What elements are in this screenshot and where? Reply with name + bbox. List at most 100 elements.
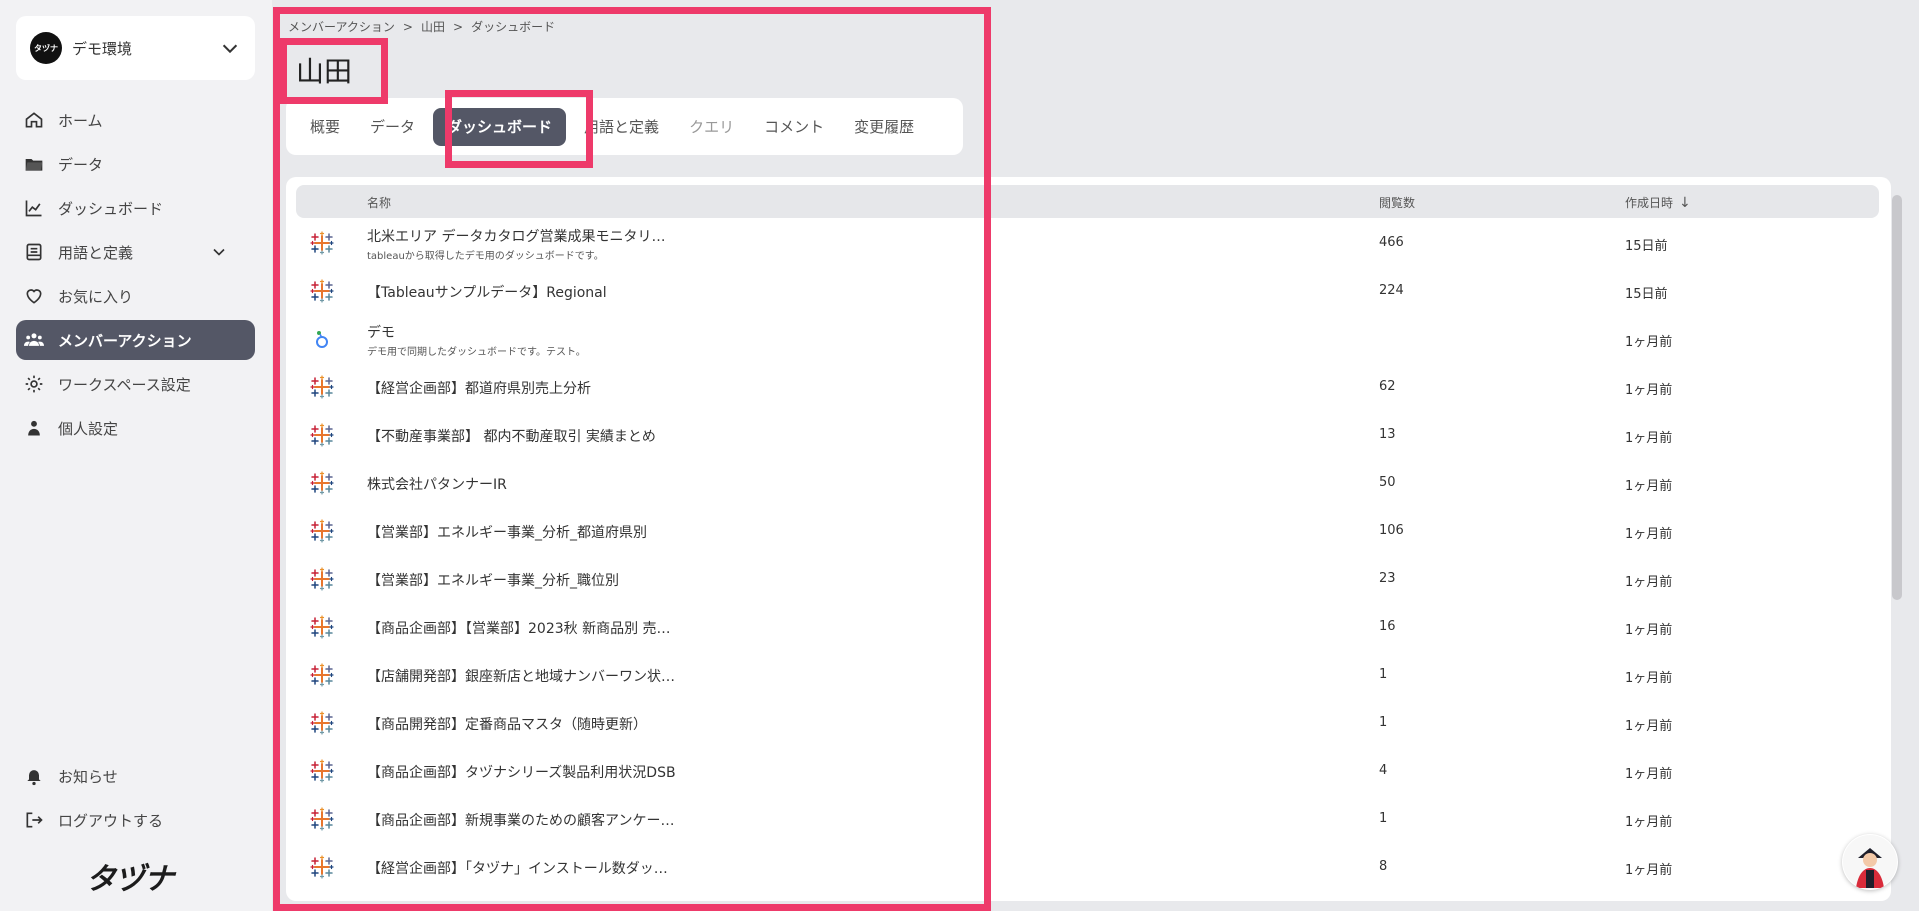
breadcrumb-separator: > — [453, 20, 464, 34]
sidebar-item-data[interactable]: データ — [16, 144, 255, 184]
table-row[interactable]: 【商品企画部】【営業部】2023秋 新商品別 売… 16 1ヶ月前 — [296, 603, 1879, 651]
table-row[interactable]: 【Tableauサンプルデータ】Regional 224 15日前 — [296, 267, 1879, 315]
bell-icon — [27, 770, 41, 786]
table-row[interactable]: 【経営企画部】都道府県別売上分析 62 1ヶ月前 — [296, 363, 1879, 411]
sidebar-item-home[interactable]: ホーム — [16, 100, 255, 140]
character-icon — [1843, 835, 1897, 889]
sidebar-item-glossary[interactable]: 用語と定義 — [16, 232, 255, 272]
table-row[interactable]: 【店舗開発部】銀座新店と地域ナンバーワン状… 1 1ヶ月前 — [296, 651, 1879, 699]
breadcrumb: メンバーアクション > 山田 > ダッシュボード — [288, 18, 555, 35]
tab-overview[interactable]: 概要 — [298, 108, 352, 146]
row-title[interactable]: 【経営企画部】都道府県別売上分析 — [367, 378, 591, 398]
sidebar-item-notifications[interactable]: お知らせ — [16, 756, 255, 796]
tab-history[interactable]: 変更履歴 — [842, 108, 926, 146]
breadcrumb-link[interactable]: メンバーアクション — [288, 20, 395, 34]
chevron-down-icon[interactable] — [209, 242, 229, 262]
row-created: 1ヶ月前 — [1625, 527, 1673, 542]
sidebar-item-member-actions[interactable]: メンバーアクション — [16, 320, 255, 360]
looker-icon — [310, 327, 334, 351]
tab-query[interactable]: クエリ — [677, 108, 746, 146]
row-created: 1ヶ月前 — [1625, 479, 1673, 494]
person-icon — [28, 420, 40, 436]
row-title[interactable]: 株式会社パタンナーIR — [367, 474, 507, 494]
tab-data[interactable]: データ — [358, 108, 427, 146]
sidebar-item-label: ダッシュボード — [58, 199, 164, 218]
row-title[interactable]: 【店舗開発部】銀座新店と地域ナンバーワン状… — [367, 666, 675, 686]
row-views: 13 — [1379, 427, 1396, 442]
table-row[interactable]: 【営業部】エネルギー事業_分析_職位別 23 1ヶ月前 — [296, 555, 1879, 603]
row-title[interactable]: 【不動産事業部】 都内不動産取引 実績まとめ — [367, 426, 656, 446]
sidebar-item-label: ワークスペース設定 — [58, 375, 191, 394]
sidebar-item-label: メンバーアクション — [58, 331, 192, 350]
sidebar-item-label: 個人設定 — [58, 419, 119, 438]
sidebar-item-label: ログアウトする — [58, 811, 164, 830]
brand-logo: タヅナ — [86, 862, 174, 897]
table-row[interactable]: 【不動産事業部】 都内不動産取引 実績まとめ 13 1ヶ月前 — [296, 411, 1879, 459]
row-created: 1ヶ月前 — [1625, 623, 1673, 638]
table-row[interactable]: 【商品企画部】新規事業のための顧客アンケー… 1 1ヶ月前 — [296, 795, 1879, 843]
tab-glossary[interactable]: 用語と定義 — [572, 108, 671, 146]
environment-logo: タヅナ — [30, 32, 62, 64]
row-created: 1ヶ月前 — [1625, 671, 1673, 686]
row-title[interactable]: 北米エリア データカタログ営業成果モニタリ… — [367, 226, 665, 246]
sidebar-item-workspace-settings[interactable]: ワークスペース設定 — [16, 364, 255, 404]
row-title[interactable]: 【商品企画部】新規事業のための顧客アンケー… — [367, 810, 674, 830]
row-created: 1ヶ月前 — [1625, 863, 1673, 878]
column-header-name[interactable]: 名称 — [367, 194, 391, 211]
row-title[interactable]: 【商品開発部】定番商品マスタ（随時更新） — [367, 714, 647, 734]
book-icon — [26, 243, 42, 261]
table-row[interactable]: 【商品企画部】タヅナシリーズ製品利用状況DSB 4 1ヶ月前 — [296, 747, 1879, 795]
sidebar-item-personal-settings[interactable]: 個人設定 — [16, 408, 255, 448]
breadcrumb-current: ダッシュボード — [471, 20, 556, 34]
tab-comments[interactable]: コメント — [752, 108, 836, 146]
sidebar-item-dashboard[interactable]: ダッシュボード — [16, 188, 255, 228]
breadcrumb-link[interactable]: 山田 — [421, 20, 445, 34]
environment-name: デモ環境 — [72, 39, 133, 58]
assistant-avatar[interactable] — [1842, 834, 1898, 890]
sidebar-nav: ホーム データ ダッシュボード 用語と定義 お気に入り メンバーアクション ワー… — [16, 100, 255, 452]
sidebar-item-logout[interactable]: ログアウトする — [16, 800, 255, 840]
tableau-icon — [310, 807, 334, 831]
table-row[interactable]: 【営業部】エネルギー事業_分析_都道府県別 106 1ヶ月前 — [296, 507, 1879, 555]
folder-icon — [25, 159, 43, 171]
row-title[interactable]: 【商品企画部】タヅナシリーズ製品利用状況DSB — [367, 762, 676, 782]
row-title[interactable]: 【Tableauサンプルデータ】Regional — [367, 282, 607, 302]
chevron-down-icon — [222, 44, 238, 54]
row-title[interactable]: デモ — [367, 322, 395, 342]
users-icon — [24, 333, 44, 346]
table-row[interactable]: 株式会社パタンナーIR 50 1ヶ月前 — [296, 459, 1879, 507]
row-created: 1ヶ月前 — [1625, 383, 1673, 398]
row-created: 1ヶ月前 — [1625, 335, 1673, 350]
dashboard-table: 名称 閲覧数 作成日時 ↓ 北米エリア データカタログ営業成果モニタリ… table… — [286, 177, 1891, 901]
main-content: メンバーアクション > 山田 > ダッシュボード 山田 概要 データ ダッシュボード 用… — [272, 0, 1919, 911]
sidebar-item-favorites[interactable]: お気に入り — [16, 276, 255, 316]
row-title[interactable]: 【商品企画部】【営業部】2023秋 新商品別 売… — [367, 618, 671, 638]
row-views: 62 — [1379, 379, 1396, 394]
column-header-views[interactable]: 閲覧数 — [1379, 194, 1415, 211]
row-title[interactable]: 【営業部】エネルギー事業_分析_都道府県別 — [367, 522, 647, 542]
row-created: 1ヶ月前 — [1625, 719, 1673, 734]
environment-switcher[interactable]: タヅナ デモ環境 — [16, 16, 255, 80]
tableau-icon — [310, 471, 334, 495]
row-views: 1 — [1379, 667, 1388, 682]
tab-dashboard[interactable]: ダッシュボード — [433, 107, 567, 146]
tableau-icon — [310, 567, 334, 591]
table-row[interactable]: 北米エリア データカタログ営業成果モニタリ… tableauから取得したデモ用のダ… — [296, 219, 1879, 267]
sidebar-item-label: 用語と定義 — [58, 243, 134, 262]
row-description: デモ用で同期したダッシュボードです。テスト。 — [367, 347, 586, 358]
sidebar-item-label: お気に入り — [58, 287, 134, 306]
table-row[interactable]: 【経営企画部】「タヅナ」インストール数ダッ… 8 1ヶ月前 — [296, 843, 1879, 891]
tableau-icon — [310, 759, 334, 783]
table-row[interactable]: 【商品開発部】定番商品マスタ（随時更新） 1 1ヶ月前 — [296, 699, 1879, 747]
row-views: 16 — [1379, 619, 1396, 634]
row-created: 1ヶ月前 — [1625, 575, 1673, 590]
column-header-created[interactable]: 作成日時 ↓ — [1625, 194, 1691, 211]
table-row[interactable]: デモデモ用で同期したダッシュボードです。テスト。 1ヶ月前 — [296, 315, 1879, 363]
row-created: 1ヶ月前 — [1625, 431, 1673, 446]
row-title[interactable]: 【営業部】エネルギー事業_分析_職位別 — [367, 570, 619, 590]
row-views: 466 — [1379, 235, 1404, 250]
scrollbar-thumb[interactable] — [1892, 195, 1902, 600]
row-created: 15日前 — [1625, 287, 1668, 302]
row-title[interactable]: 【経営企画部】「タヅナ」インストール数ダッ… — [367, 858, 668, 878]
logout-icon — [26, 812, 43, 828]
